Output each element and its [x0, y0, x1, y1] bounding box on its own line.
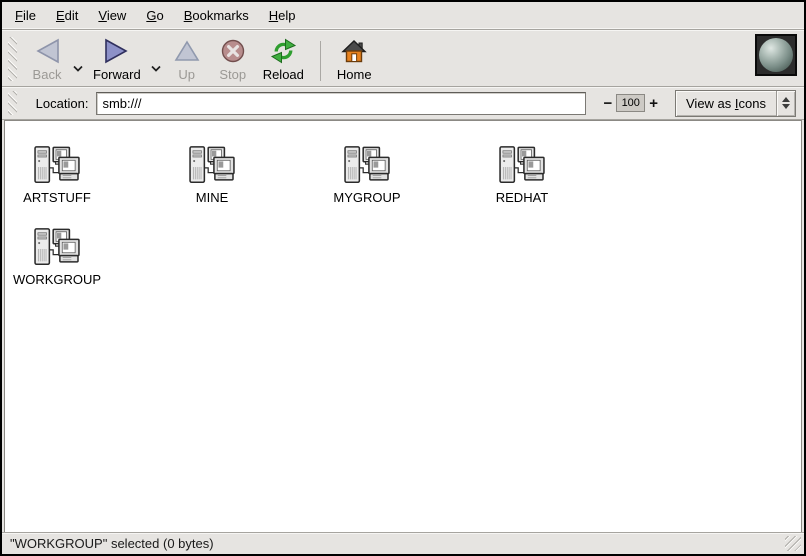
up-button[interactable]: Up	[164, 34, 210, 84]
icon-row: ARTSTUFF MINE MYGROUP REDHAT	[12, 145, 801, 227]
icon-view: ARTSTUFF MINE MYGROUP REDHAT WORKGROUP	[4, 120, 802, 532]
throbber	[755, 34, 797, 76]
network-icon	[497, 145, 547, 187]
menu-go[interactable]: Go	[136, 3, 173, 28]
location-label: Location:	[36, 96, 89, 111]
up-label: Up	[178, 67, 195, 82]
zoom-out-button[interactable]: −	[599, 95, 616, 112]
forward-history-dropdown[interactable]	[148, 58, 164, 76]
location-input[interactable]	[96, 92, 586, 115]
item-label: REDHAT	[496, 190, 548, 205]
menu-help[interactable]: Help	[259, 3, 306, 28]
stop-icon	[220, 36, 246, 65]
throbber-sphere-icon	[759, 38, 793, 72]
toolbar-separator	[320, 41, 321, 81]
reload-icon	[270, 36, 297, 65]
status-bar: "WORKGROUP" selected (0 bytes)	[2, 532, 804, 554]
home-button[interactable]: Home	[330, 34, 379, 84]
chevron-down-icon	[151, 60, 161, 75]
forward-icon	[103, 36, 130, 65]
status-text: "WORKGROUP" selected (0 bytes)	[10, 536, 214, 551]
back-icon	[34, 36, 61, 65]
view-as-dropdown[interactable]: View as Icons	[675, 90, 796, 117]
reload-label: Reload	[263, 67, 304, 82]
item-label: WORKGROUP	[13, 272, 101, 287]
network-icon	[32, 227, 82, 269]
forward-label: Forward	[93, 67, 141, 82]
toolbar: Back Forward Up	[2, 30, 804, 87]
up-icon	[174, 36, 200, 65]
network-icon	[342, 145, 392, 187]
menu-bar: File Edit View Go Bookmarks Help	[2, 2, 804, 30]
zoom-level-indicator: 100	[616, 94, 645, 112]
reload-button[interactable]: Reload	[256, 34, 311, 84]
view-as-label: View as Icons	[676, 91, 776, 116]
menu-bookmarks[interactable]: Bookmarks	[174, 3, 259, 28]
network-icon	[32, 145, 82, 187]
location-bar: Location: − 100 + View as Icons	[2, 87, 804, 120]
workgroup-item-workgroup[interactable]: WORKGROUP	[12, 227, 102, 287]
back-button[interactable]: Back	[24, 34, 70, 84]
network-icon	[187, 145, 237, 187]
back-history-dropdown[interactable]	[70, 58, 86, 76]
back-label: Back	[33, 67, 62, 82]
menu-file[interactable]: File	[5, 3, 46, 28]
workgroup-item-mygroup[interactable]: MYGROUP	[322, 145, 412, 205]
zoom-in-button[interactable]: +	[645, 95, 662, 112]
dropdown-arrows-icon	[776, 91, 795, 116]
item-label: MINE	[196, 190, 229, 205]
icon-row: WORKGROUP	[12, 227, 801, 309]
item-label: MYGROUP	[333, 190, 400, 205]
toolbar-drag-handle[interactable]	[8, 37, 17, 81]
home-label: Home	[337, 67, 372, 82]
stop-button[interactable]: Stop	[210, 34, 256, 84]
location-bar-drag-handle[interactable]	[8, 91, 17, 115]
stop-label: Stop	[219, 67, 246, 82]
workgroup-item-redhat[interactable]: REDHAT	[477, 145, 567, 205]
home-icon	[341, 36, 367, 65]
forward-button[interactable]: Forward	[86, 34, 148, 84]
menu-edit[interactable]: Edit	[46, 3, 88, 28]
workgroup-item-mine[interactable]: MINE	[167, 145, 257, 205]
resize-grip[interactable]	[785, 536, 801, 551]
workgroup-item-artstuff[interactable]: ARTSTUFF	[12, 145, 102, 205]
chevron-down-icon	[73, 60, 83, 75]
file-manager-window: File Edit View Go Bookmarks Help Back Fo…	[0, 0, 806, 556]
menu-view[interactable]: View	[88, 3, 136, 28]
item-label: ARTSTUFF	[23, 190, 91, 205]
